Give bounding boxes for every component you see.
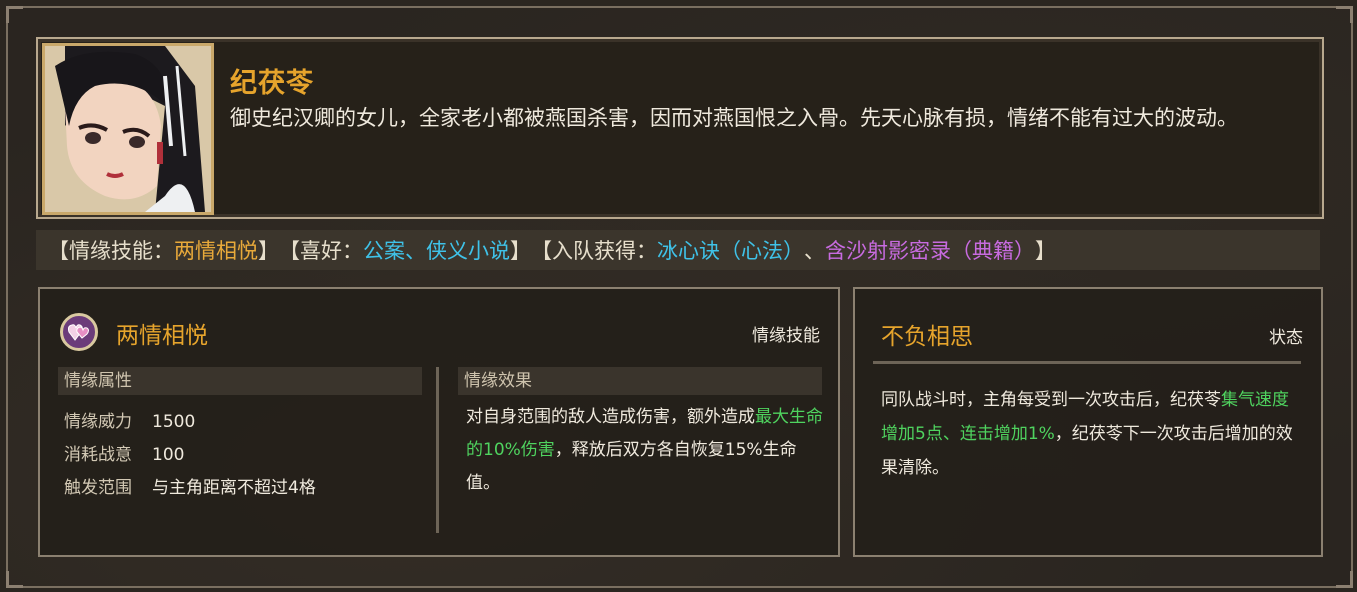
attribute-label: 触发范围 xyxy=(64,478,132,498)
status-tag: 状态 xyxy=(1269,328,1303,348)
frame-corner xyxy=(6,6,23,23)
character-description: 御史纪汉卿的女儿，全家老小都被燕国杀害，因而对燕国恨之入骨。先天心脉有损，情绪不… xyxy=(230,106,1238,130)
status-text: 同队战斗时，主角每受到一次攻击后，纪茯苓集气速度增加5点、连击增加1%，纪茯苓下… xyxy=(881,383,1301,485)
likes-prefix: 【喜好： xyxy=(279,239,363,263)
frame-corner xyxy=(1336,571,1353,588)
likes-suffix: 】 xyxy=(510,239,531,263)
join-prefix: 【入队获得： xyxy=(531,239,657,263)
character-name: 纪茯苓 xyxy=(230,68,314,99)
attributes-header: 情缘属性 xyxy=(58,367,422,395)
attribute-value: 100 xyxy=(152,445,185,465)
frame-corner xyxy=(1336,6,1353,23)
status-divider xyxy=(873,361,1301,364)
bond-skill-name: 两情相悦 xyxy=(174,239,258,263)
skill-tag: 情缘技能 xyxy=(752,326,820,346)
effect-header: 情缘效果 xyxy=(458,367,822,395)
effect-text-part: 对自身范围的敌人造成伤害，额外造成 xyxy=(466,407,755,427)
bond-skill-panel: 两情相悦 情缘技能 情缘属性 情缘威力 1500 消耗战意 100 触发范围 与主角距… xyxy=(38,287,840,557)
join-separator: 、 xyxy=(804,239,825,263)
attribute-row: 消耗战意 100 xyxy=(64,440,184,465)
attribute-label: 消耗战意 xyxy=(64,445,132,465)
bond-skill-suffix: 】 xyxy=(258,239,279,263)
double-heart-icon xyxy=(60,313,98,351)
status-title: 不负相思 xyxy=(881,324,973,350)
attribute-value: 1500 xyxy=(152,412,196,432)
attribute-label: 情缘威力 xyxy=(64,412,132,432)
attribute-value: 与主角距离不超过4格 xyxy=(152,478,316,498)
character-card: 纪茯苓 御史纪汉卿的女儿，全家老小都被燕国杀害，因而对燕国恨之入骨。先天心脉有损… xyxy=(36,37,1324,219)
frame-corner xyxy=(6,571,23,588)
attribute-row: 触发范围 与主角距离不超过4格 xyxy=(64,473,316,498)
character-portrait xyxy=(42,43,214,215)
attribute-row: 情缘威力 1500 xyxy=(64,407,195,432)
join-item-1[interactable]: 冰心诀（心法） xyxy=(657,235,804,265)
portrait-image xyxy=(45,46,211,212)
bond-skill-prefix: 【情缘技能： xyxy=(48,239,174,263)
skill-title: 两情相悦 xyxy=(116,323,208,349)
column-divider xyxy=(436,367,439,533)
join-suffix: 】 xyxy=(1035,239,1056,263)
effect-text: 对自身范围的敌人造成伤害，额外造成最大生命的10%伤害，释放后双方各自恢复15%… xyxy=(466,401,826,500)
join-item-2[interactable]: 含沙射影密录（典籍） xyxy=(825,235,1035,265)
likes-value: 公案、侠义小说 xyxy=(363,239,510,263)
status-panel: 不负相思 状态 同队战斗时，主角每受到一次攻击后，纪茯苓集气速度增加5点、连击增… xyxy=(853,287,1323,557)
character-tagline: 【情缘技能： 两情相悦 】 【喜好： 公案、侠义小说 】 【入队获得： 冰心诀（… xyxy=(36,230,1320,270)
status-text-part: 同队战斗时，主角每受到一次攻击后，纪茯苓 xyxy=(881,390,1221,410)
